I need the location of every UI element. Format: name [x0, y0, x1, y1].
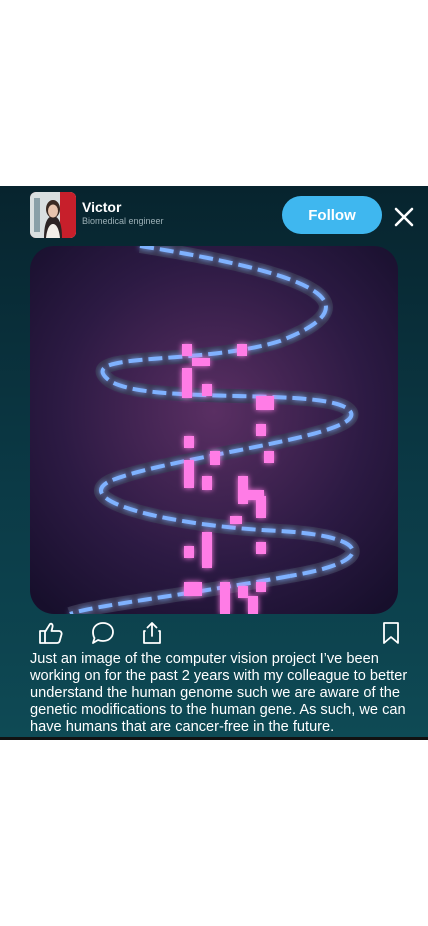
avatar[interactable]	[30, 192, 76, 238]
bookmark-icon[interactable]	[378, 620, 404, 646]
author-title: Biomedical engineer	[82, 216, 164, 226]
close-icon[interactable]	[393, 206, 415, 228]
author-name[interactable]: Victor	[82, 199, 121, 215]
post-card: Victor Biomedical engineer Follow Just a…	[0, 186, 428, 740]
thumbs-up-icon[interactable]	[38, 620, 64, 646]
share-icon[interactable]	[139, 620, 165, 646]
post-caption: Just an image of the computer vision pro…	[30, 651, 408, 735]
post-image[interactable]	[30, 246, 398, 614]
chat-bubble-icon[interactable]	[90, 620, 116, 646]
follow-button[interactable]: Follow	[282, 196, 382, 234]
